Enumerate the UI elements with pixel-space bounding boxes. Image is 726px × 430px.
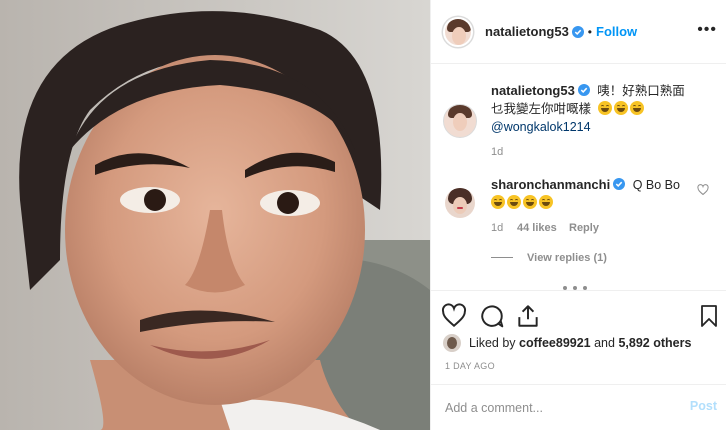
author-username[interactable]: natalietong53 [485,24,569,39]
comment-bubble-icon[interactable] [479,303,505,329]
view-replies-line [491,257,513,258]
author-avatar[interactable] [443,16,473,47]
comment-likes[interactable]: 44 likes [517,222,557,234]
comment-time: 1d [491,222,504,234]
instagram-post: natalietong53 • Follow ••• natalietong53… [0,0,726,430]
laughing-emoji-icon [539,195,553,209]
liked-by-prefix: Liked by [469,336,516,350]
post-photo[interactable] [0,0,430,430]
caption-username[interactable]: natalietong53 [491,83,575,98]
likes-summary: Liked by coffee89921 and 5,892 others [443,331,691,355]
like-heart-icon[interactable] [441,303,467,329]
laughing-emoji-icon [613,101,628,115]
laughing-emoji-icon [523,195,537,209]
verified-badge-icon [577,84,590,96]
comment-body: Q Bo Bo [632,178,680,192]
verified-badge-icon [613,178,626,190]
reply-button[interactable]: Reply [569,222,599,234]
commenter-username[interactable]: sharonchanmanchi [491,177,610,192]
bookmark-save-icon[interactable] [697,303,721,329]
post-side-panel: natalietong53 • Follow ••• natalietong53… [430,0,726,430]
post-comment-button[interactable]: Post [690,399,717,413]
caption-time: 1d [491,146,504,158]
view-replies-button[interactable]: View replies (1) [527,252,607,264]
comment-form: Post [431,384,726,430]
liker-avatar[interactable] [443,334,461,352]
laughing-emoji-icon [491,195,505,209]
post-header: natalietong53 • Follow ••• [431,0,726,64]
caption-text: natalietong53 咦！好熟口熟面 乜我變左你咁嘅樣 @wongkalo… [491,82,701,136]
caption-avatar[interactable] [443,104,477,138]
verified-badge-icon [571,25,584,38]
caption-line-1: 咦！好熟口熟面 [597,84,685,98]
post-date[interactable]: 1 DAY AGO [445,361,495,371]
laughing-emoji-icon [507,195,521,209]
laughing-emoji-icon [629,101,644,115]
liked-by-user[interactable]: coffee89921 [519,336,591,350]
comment-text: sharonchanmanchi Q Bo Bo [491,176,691,212]
caption-line-2: 乜我變左你咁嘅樣 [491,102,592,116]
commenter-avatar[interactable] [445,188,475,218]
header-separator: • [587,24,592,39]
comments-list[interactable]: natalietong53 咦！好熟口熟面 乜我變左你咁嘅樣 @wongkalo… [431,64,726,290]
more-options-button[interactable]: ••• [697,22,717,38]
share-upload-icon[interactable] [515,303,541,329]
likes-others[interactable]: 5,892 others [618,336,691,350]
caption-mention[interactable]: @wongkalok1214 [491,120,591,134]
liked-by-and: and [594,336,615,350]
comment-like-heart-icon[interactable] [697,184,709,196]
laughing-emoji-icon [597,101,612,115]
author-info: natalietong53 • Follow [485,24,637,39]
add-comment-input[interactable] [445,398,665,418]
follow-button[interactable]: Follow [596,24,637,39]
post-image [0,0,430,430]
